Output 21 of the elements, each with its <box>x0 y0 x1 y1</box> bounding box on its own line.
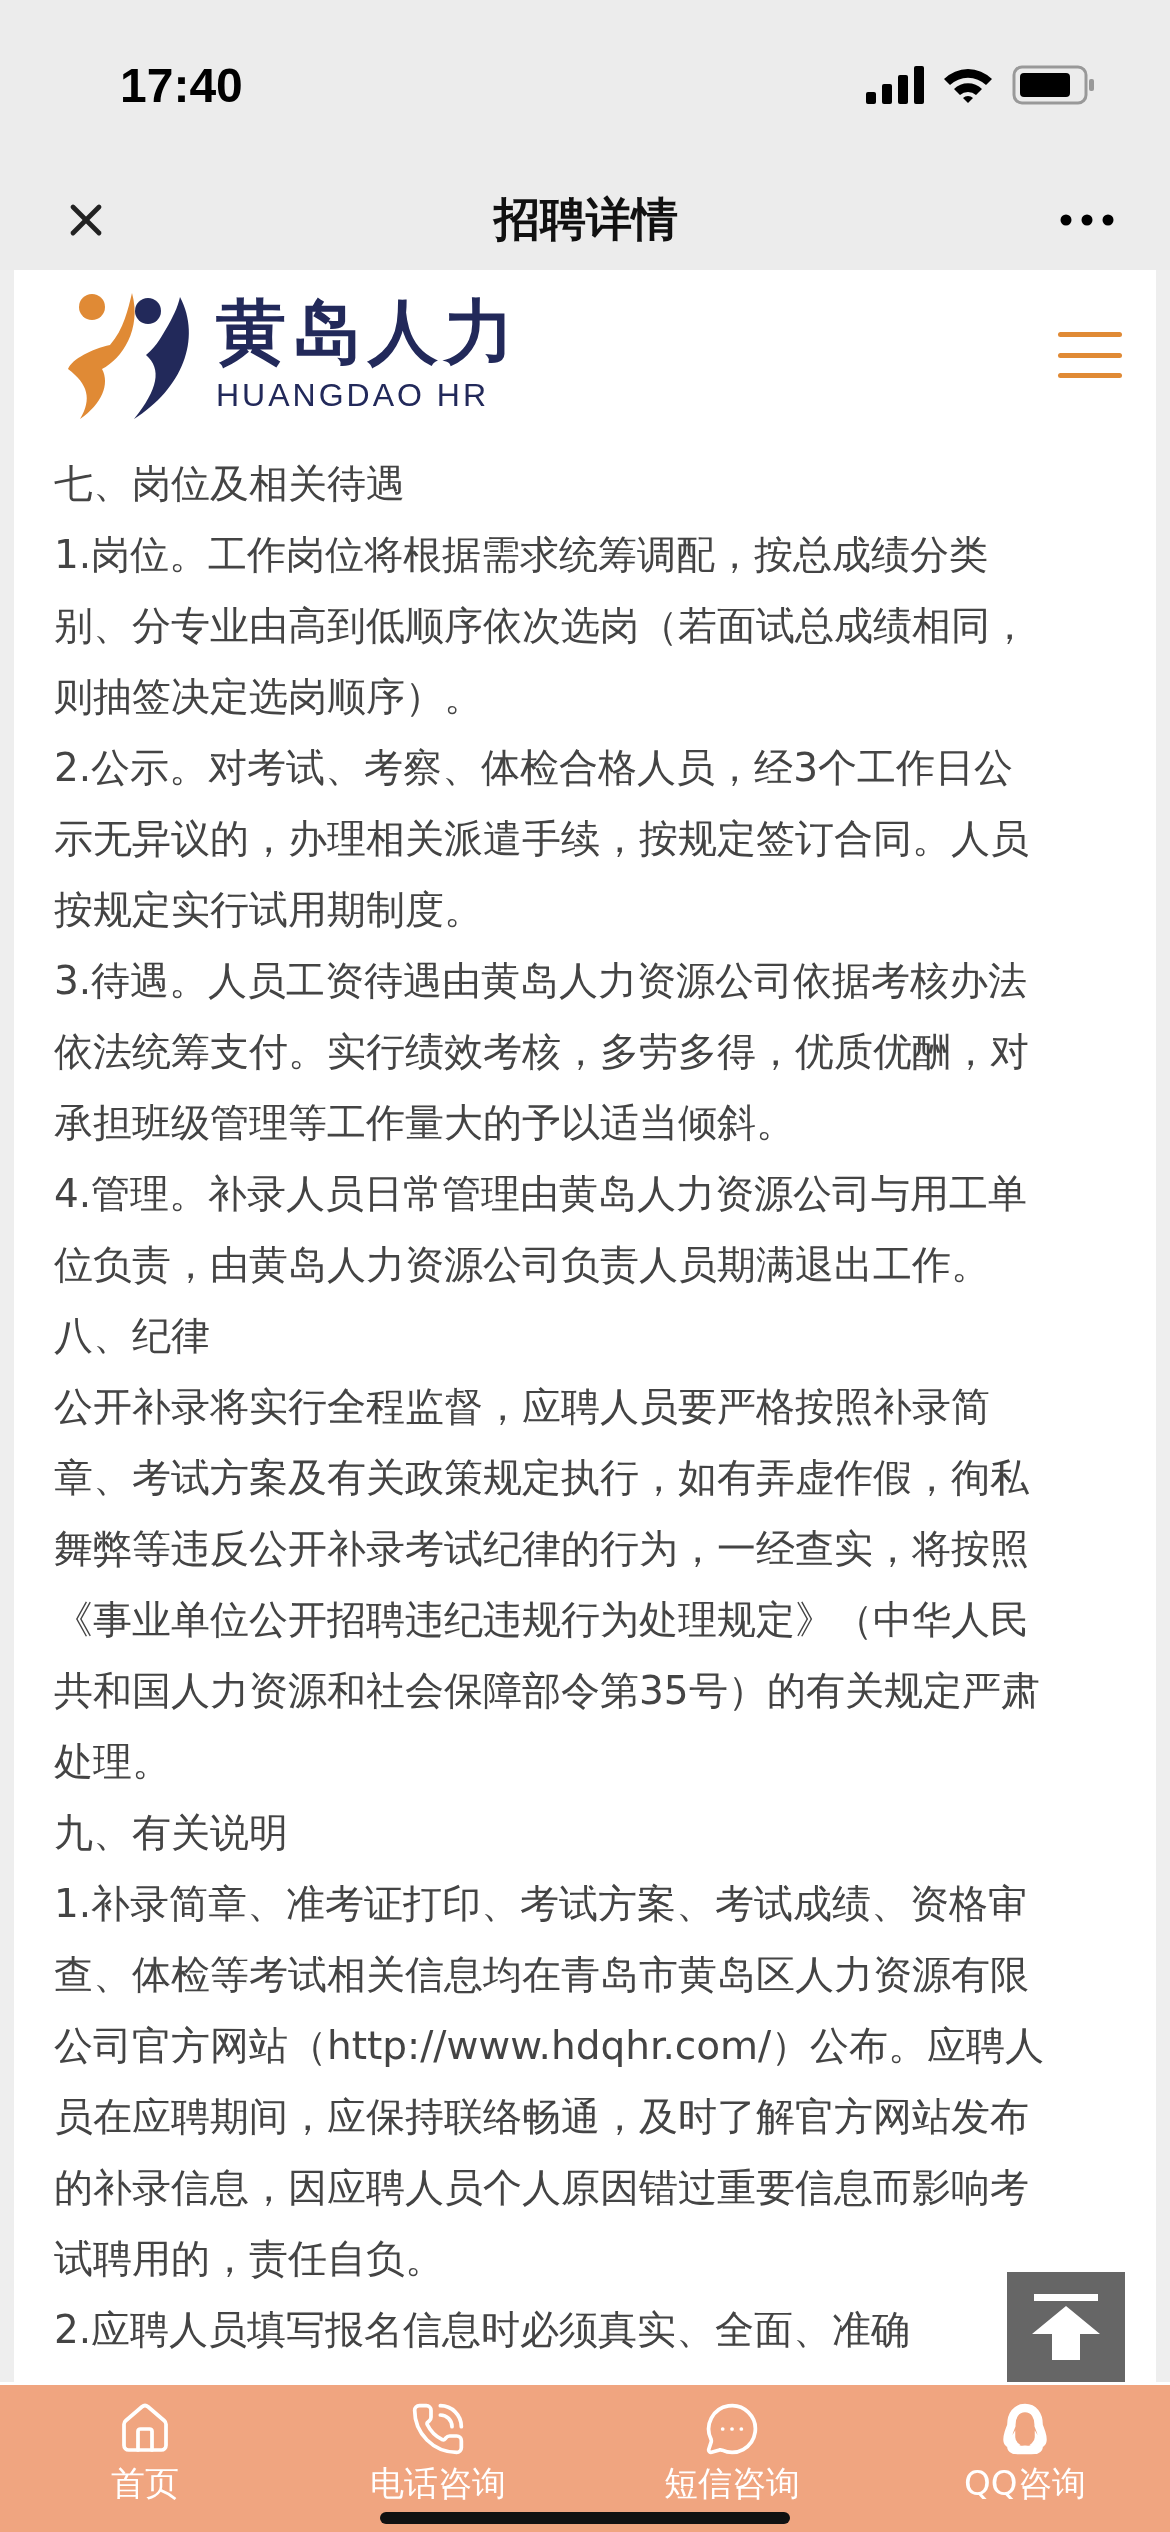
logo-english-text: HUANGDAO HR <box>216 376 490 414</box>
menu-button[interactable] <box>1058 332 1122 378</box>
battery-icon <box>1012 65 1096 105</box>
article-paragraph: 八、纪律 <box>54 1312 211 1360</box>
page-title: 招聘详情 <box>494 191 678 248</box>
article-paragraph: 2.应聘人员填写报名信息时必须真实、全面、准确 <box>54 2306 912 2354</box>
article-paragraph: 九、有关说明 <box>54 1809 289 1857</box>
back-to-top-button[interactable] <box>1007 2272 1125 2382</box>
article-paragraph: 4.管理。补录人员日常管理由黄岛人力资源公司与用工单位负责，由黄岛人力资源公司负责人员期满退出工作。 <box>54 1170 1029 1289</box>
article-paragraph: 1.补录简章、准考证打印、考试方案、考试成绩、资格审查、体检等考试相关信息均在青岛市黄岛区人力资源有限公司官方网站（http://www.hdqhr.com/）公布。应聘人员在应聘期间，应保持联络畅通，及时了解官方网站发布的补录信息，因应聘人员个人原因错过重要信息而影响考试聘用的，责任自负。 <box>54 1880 1046 2283</box>
article-paragraph: 七、岗位及相关待遇 <box>54 460 406 508</box>
arrow-up-icon <box>1030 2294 1102 2360</box>
more-button[interactable] <box>1060 214 1114 226</box>
article-paragraph: 3.待遇。人员工资待遇由黄岛人力资源公司依据考核办法依法统筹支付。实行绩效考核，多劳多得，优质优酬，对承担班级管理等工作量大的予以适当倾斜。 <box>54 957 1030 1147</box>
wifi-icon <box>942 66 994 104</box>
signal-icon <box>866 66 924 104</box>
article-paragraph: 公开补录将实行全程监督，应聘人员要严格按照补录简章、考试方案及有关政策规定执行，如有弄虚作假，徇私舞弊等违反公开补录考试纪律的行为，一经查实，将按照《事业单位公开招聘违纪违规行为处理规定》（中华人民共和国人力资源和社会保障部令第35号）的有关规定严肃处理。 <box>54 1383 1041 1786</box>
status-time: 17:40 <box>120 57 243 113</box>
article-paragraph: 1.岗位。工作岗位将根据需求统筹调配，按总成绩分类别、分专业由高到低顺序依次选岗（若面试总成绩相同，则抽签决定选岗顺序）。 <box>54 531 1030 721</box>
logo-chinese-text: 黄岛人力 <box>216 296 520 367</box>
article-paragraph: 2.公示。对考试、考察、体检合格人员，经3个工作日公示无异议的，办理相关派遣手续，按规定签订合同。人员按规定实行试用期制度。 <box>54 744 1030 934</box>
